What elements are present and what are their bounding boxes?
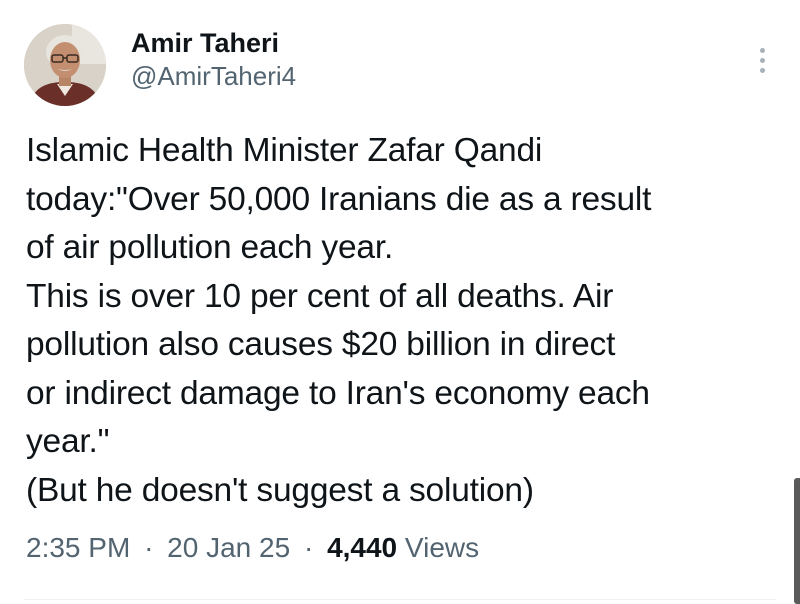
scrollbar[interactable] xyxy=(794,478,800,604)
tweet-date[interactable]: 20 Jan 25 xyxy=(167,532,290,563)
tweet-text-line: year." xyxy=(26,423,110,460)
tweet-text-line: This is over 10 per cent of all deaths. … xyxy=(26,277,614,315)
tweet-text-line: Islamic Health Minister Zafar Qandi xyxy=(26,132,543,169)
views-label[interactable]: Views xyxy=(405,532,479,563)
more-vertical-icon-dot xyxy=(759,57,765,63)
more-vertical-icon xyxy=(759,47,765,53)
more-vertical-icon-dot xyxy=(759,67,765,73)
tweet-text: Islamic Health Minister Zafar Qandi toda… xyxy=(26,127,786,515)
avatar-image xyxy=(24,24,106,106)
tweet-text-line: of air pollution each year. xyxy=(26,229,394,266)
tweet-text-line: (But he doesn't suggest a solution) xyxy=(26,471,534,509)
tweet-text-line: today:"Over 50,000 Iranians die as a res… xyxy=(26,180,652,218)
views-count[interactable]: 4,440 xyxy=(327,532,397,563)
tweet-text-line: pollution also causes $20 billion in dir… xyxy=(26,326,616,363)
tweet-text-line: or indirect damage to Iran's economy eac… xyxy=(26,374,650,412)
meta-separator: · xyxy=(144,532,154,563)
tweet-meta: 2:35 PM · 20 Jan 25 · 4,440 Views xyxy=(26,528,479,568)
author-handle[interactable]: @AmirTaheri4 xyxy=(131,60,296,92)
author-display-name[interactable]: Amir Taheri xyxy=(131,26,296,60)
divider xyxy=(24,599,776,600)
author-block: Amir Taheri @AmirTaheri4 xyxy=(131,26,296,92)
tweet-time[interactable]: 2:35 PM xyxy=(26,532,130,563)
meta-separator: · xyxy=(303,532,314,563)
tweet-card: Amir Taheri @AmirTaheri4 Islamic Health … xyxy=(0,0,800,604)
avatar[interactable] xyxy=(24,24,106,106)
more-options-button[interactable] xyxy=(748,40,776,80)
